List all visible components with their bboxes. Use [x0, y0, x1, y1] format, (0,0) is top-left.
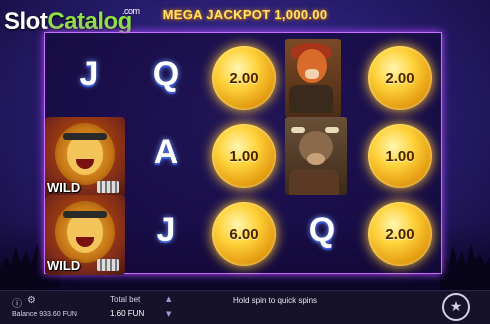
balance-text: Balance 933.60 FUN [12, 311, 77, 318]
mega-jackpot-banner: MEGA JACKPOT 1,000.00 [162, 7, 328, 22]
coin-symbol: 1.00 [361, 117, 439, 195]
reel-symbol-q: Q [127, 35, 205, 113]
arrow-up-icon[interactable]: ▲ [166, 295, 171, 303]
coin-symbol: 2.00 [361, 195, 439, 273]
coin-value: 2.00 [385, 225, 415, 243]
coin-value: 1.00 [385, 147, 415, 165]
logo-com-text: .com [122, 6, 140, 16]
coin-symbol: 2.00 [205, 39, 283, 117]
reel-symbol-j: J [127, 191, 205, 269]
wild-lion-symbol: WILD [45, 195, 125, 275]
reel-area: WILD WILD J Q A J 2.00 1.00 6.00 Q 2.00 [44, 32, 442, 275]
reel-symbol-a: A [127, 113, 205, 191]
gear-icon[interactable]: ⚙ [27, 295, 36, 306]
logo-slot-text: Slot [4, 8, 48, 35]
bull-character-symbol [285, 117, 347, 195]
reel-symbol-q: Q [283, 191, 361, 269]
info-icon[interactable]: ⓘ [12, 295, 22, 310]
wild-badge-icon [97, 181, 119, 193]
coin-value: 1.00 [229, 147, 259, 165]
coin-symbol: 2.00 [361, 39, 439, 117]
symbol-letter: Q [152, 54, 180, 93]
logo-catalog-text: Catalog [47, 8, 132, 35]
gold-coin-icon: 1.00 [368, 124, 432, 188]
bottom-bar: ⓘ ⚙ Balance 933.60 FUN Total bet 1.60 FU… [0, 290, 490, 324]
gold-coin-icon: 1.00 [212, 124, 276, 188]
symbol-letter: J [79, 54, 99, 93]
gold-coin-icon: 6.00 [212, 202, 276, 266]
spin-icon: ★ [449, 299, 463, 315]
gold-coin-icon: 2.00 [368, 202, 432, 266]
gold-coin-icon: 2.00 [368, 46, 432, 110]
wild-lion-symbol: WILD [45, 117, 125, 197]
reel-symbol-j: J [49, 35, 129, 113]
wild-label: WILD [47, 258, 81, 273]
wolf-character-symbol [285, 39, 341, 117]
total-bet-label: Total bet [110, 295, 141, 304]
symbol-letter: Q [308, 210, 336, 249]
hold-spin-hint: Hold spin to quick spins [232, 296, 318, 305]
arrow-down-icon[interactable]: ▼ [166, 310, 171, 318]
symbol-letter: A [153, 132, 179, 171]
coin-value: 6.00 [229, 225, 259, 243]
coin-value: 2.00 [385, 69, 415, 87]
wild-badge-icon [97, 259, 119, 271]
crowd-silhouette [440, 243, 490, 290]
spin-button[interactable]: ★ [442, 293, 470, 321]
symbol-letter: J [156, 210, 176, 249]
coin-value: 2.00 [229, 69, 259, 87]
total-bet-value: 1.60 FUN [110, 309, 145, 318]
wild-label: WILD [47, 180, 81, 195]
coin-symbol: 1.00 [205, 117, 283, 195]
gold-coin-icon: 2.00 [212, 46, 276, 110]
coin-symbol: 6.00 [205, 195, 283, 273]
